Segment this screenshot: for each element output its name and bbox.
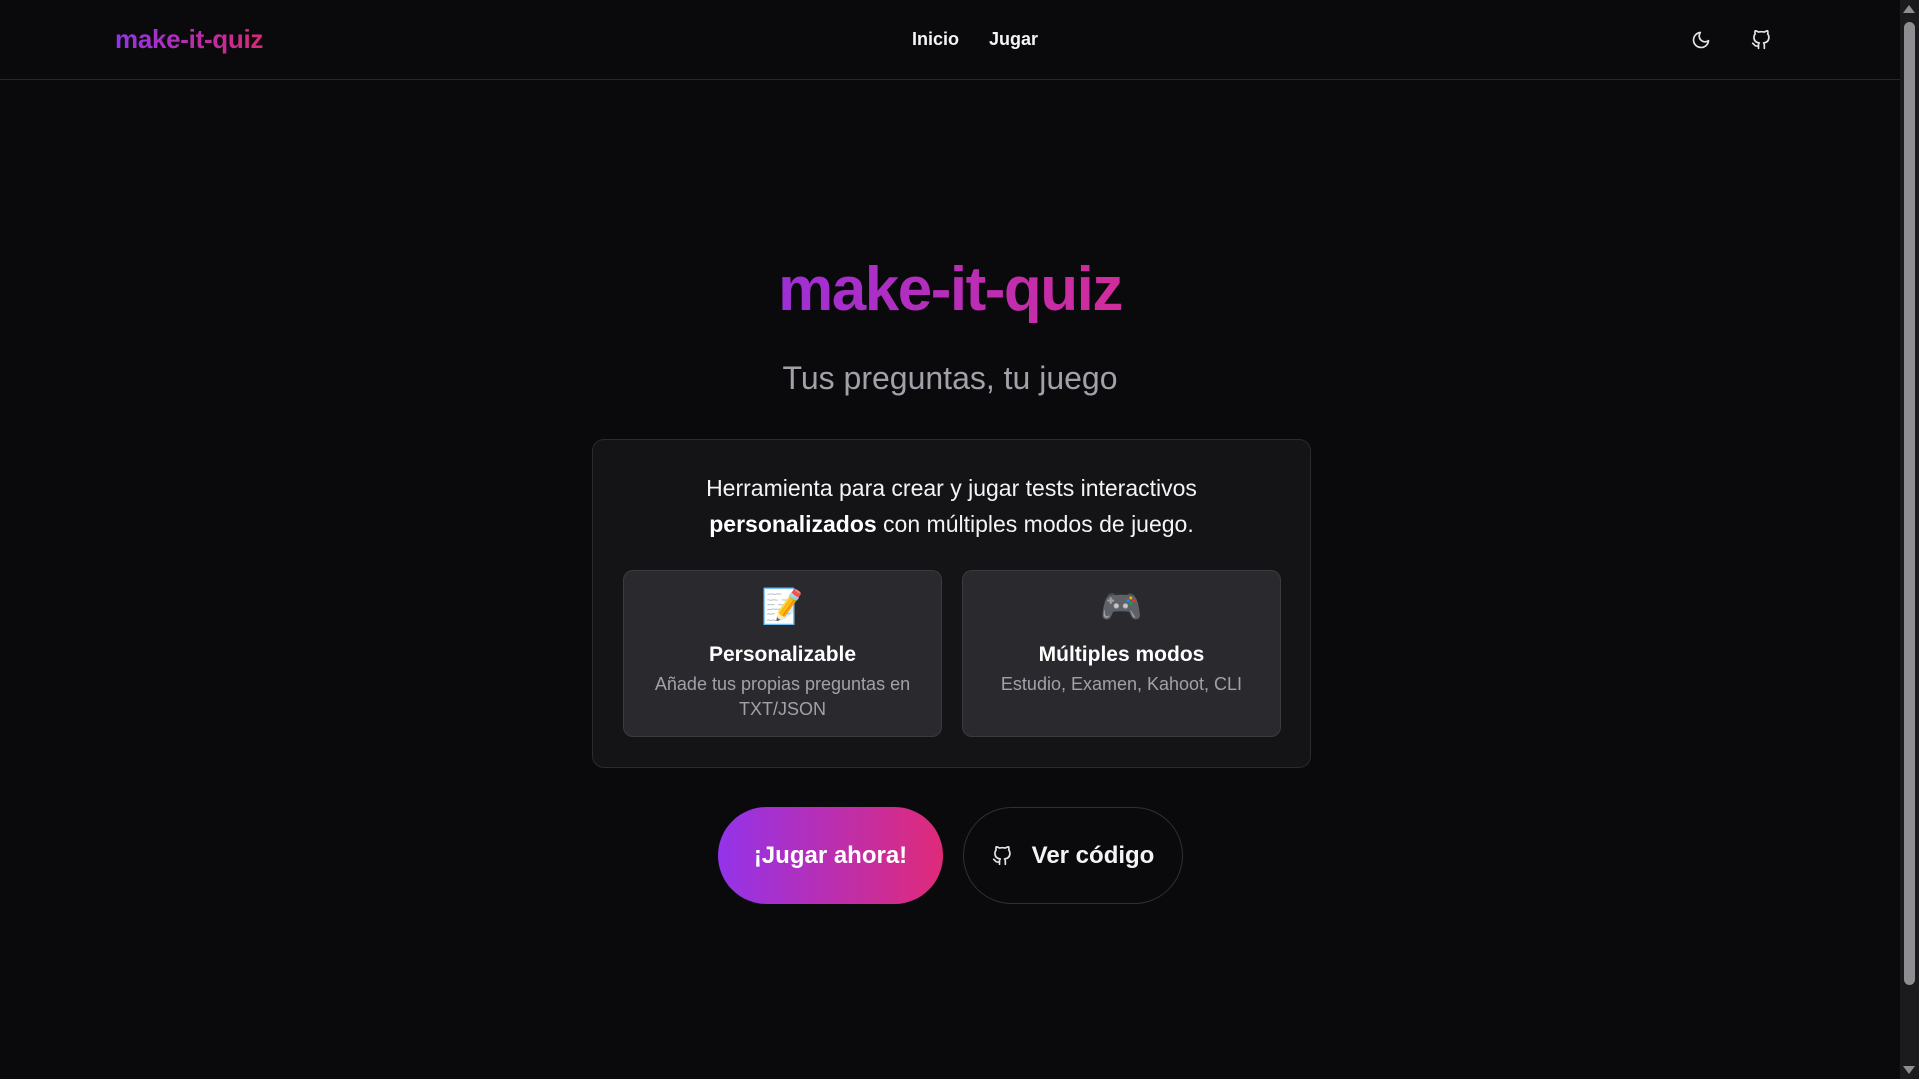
scroll-thumb[interactable] [1904, 22, 1915, 985]
nav-link-inicio[interactable]: Inicio [912, 29, 959, 50]
navbar: make-it-quiz Inicio Jugar [0, 0, 1900, 80]
hero-title: make-it-quiz [0, 250, 1900, 330]
feature-text: Añade tus propias preguntas en TXT/JSON [654, 674, 911, 719]
card-description-line1: Herramienta para crear y jugar tests int… [706, 475, 1197, 501]
play-now-button[interactable]: ¡Jugar ahora! [718, 807, 943, 904]
moon-icon [1692, 31, 1710, 49]
feature-text: Estudio, Examen, Kahoot, CLI [1000, 674, 1243, 694]
card-description: Herramienta para crear y jugar tests int… [593, 470, 1310, 542]
feature-card-modes: 🎮 Múltiples modos Estudio, Examen, Kahoo… [962, 570, 1281, 737]
nav-links: Inicio Jugar [912, 29, 1038, 50]
intro-card: Herramienta para crear y jugar tests int… [592, 439, 1311, 768]
github-icon [1751, 30, 1770, 50]
card-description-rest: con múltiples modos de juego. [876, 511, 1194, 537]
scroll-up-arrow-icon[interactable] [1903, 5, 1915, 13]
scroll-down-arrow-icon[interactable] [1903, 1066, 1915, 1074]
hero-subtitle: Tus preguntas, tu juego [782, 360, 1118, 396]
view-code-button[interactable]: Ver código [963, 807, 1183, 904]
theme-toggle-button[interactable] [1685, 24, 1717, 56]
view-code-label: Ver código [1031, 841, 1155, 869]
card-description-bold: personalizados [709, 511, 877, 537]
hero-title-text: make-it-quiz [778, 255, 1123, 324]
memo-icon: 📝 [761, 588, 804, 626]
gamepad-icon: 🎮 [1100, 588, 1143, 626]
vertical-scrollbar[interactable] [1900, 0, 1919, 1079]
github-icon [992, 845, 1011, 865]
feature-title: Múltiples modos [1038, 643, 1205, 666]
github-button[interactable] [1745, 24, 1777, 56]
brand-logo[interactable]: make-it-quiz [115, 24, 263, 55]
feature-card-personalizable: 📝 Personalizable Añade tus propias pregu… [623, 570, 942, 737]
nav-link-jugar[interactable]: Jugar [989, 29, 1038, 50]
feature-title: Personalizable [708, 643, 857, 666]
